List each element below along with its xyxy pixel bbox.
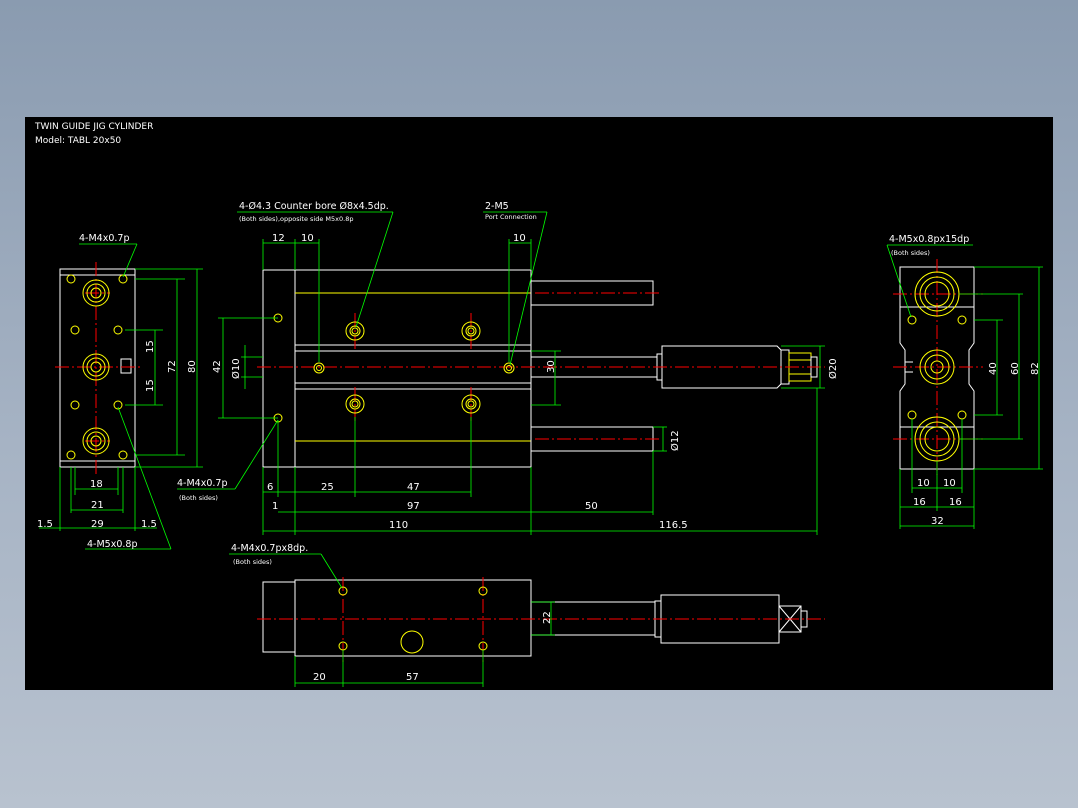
drawing-title: TWIN GUIDE JIG CYLINDER [34, 122, 153, 132]
front-view: 12 10 10 42 Ø10 30 Ø20 Ø12 6 25 47 1 97 … [177, 201, 839, 535]
callout-front-m4: 4-M4x0.7p [177, 478, 227, 489]
callout-counterbore-sub: (Both sides),opposite side M5x0.8p [239, 215, 353, 223]
dim-80: 80 [187, 360, 198, 373]
right-end-view: 40 60 82 10 10 16 16 32 4-M5x0.8px15dp (… [886, 234, 1043, 529]
dim-21: 21 [91, 500, 104, 511]
dim-30: 30 [546, 360, 557, 373]
dim-20: 20 [313, 672, 326, 683]
dim-32: 32 [931, 516, 944, 527]
dim-15-upper: 15 [145, 340, 156, 353]
model-label: Model: TABL 20x50 [35, 136, 121, 146]
left-end-view: 15 15 72 80 18 21 29 1.5 1.5 4-M4x0.7p 4… [37, 233, 203, 550]
callout-right-m5-sub: (Both sides) [891, 249, 930, 257]
dim-29: 29 [91, 519, 104, 530]
dim-82: 82 [1030, 362, 1041, 375]
callout-counterbore: 4-Ø4.3 Counter bore Ø8x4.5dp. [239, 201, 389, 212]
dim-10-right-left: 10 [917, 478, 930, 489]
callout-port: 2-M5 [485, 201, 509, 212]
dim-12: 12 [272, 233, 285, 244]
callout-bottom-m4: 4-M4x0.7px8dp. [231, 543, 308, 554]
dim-72: 72 [167, 360, 178, 373]
dim-16-right: 16 [949, 497, 962, 508]
callout-left-m5: 4-M5x0.8p [87, 539, 137, 550]
dim-110: 110 [389, 520, 408, 531]
dim-10-right-right: 10 [943, 478, 956, 489]
dim-25: 25 [321, 482, 334, 493]
dim-22: 22 [542, 611, 553, 624]
dim-18: 18 [90, 479, 103, 490]
cad-viewport[interactable]: TWIN GUIDE JIG CYLINDER Model: TABL 20x5… [25, 117, 1053, 690]
dim-phi20: Ø20 [827, 358, 839, 379]
callout-front-m4-sub: (Both sides) [179, 494, 218, 502]
callout-right-m5: 4-M5x0.8px15dp [889, 234, 969, 245]
dim-10-top-right: 10 [513, 233, 526, 244]
dim-47: 47 [407, 482, 420, 493]
dim-10-top-left: 10 [301, 233, 314, 244]
dim-phi10: Ø10 [230, 358, 242, 379]
dim-116-5: 116.5 [659, 520, 688, 531]
callout-bottom-m4-sub: (Both sides) [233, 558, 272, 566]
callout-port-sub: Port Connection [485, 213, 537, 221]
dim-6: 6 [267, 482, 273, 493]
dim-50: 50 [585, 501, 598, 512]
dim-1-5-right: 1.5 [141, 519, 157, 530]
dim-1: 1 [272, 501, 278, 512]
dim-1-5-left: 1.5 [37, 519, 53, 530]
callout-left-m4: 4-M4x0.7p [79, 233, 129, 244]
bottom-view: 22 20 57 4-M4x0.7px8dp. (Both sides) [229, 543, 825, 687]
dim-16-left: 16 [913, 497, 926, 508]
dim-97: 97 [407, 501, 420, 512]
dim-phi12: Ø12 [669, 430, 681, 451]
dim-60: 60 [1010, 362, 1021, 375]
dim-42: 42 [212, 360, 223, 373]
cad-drawing: TWIN GUIDE JIG CYLINDER Model: TABL 20x5… [34, 122, 1043, 687]
dim-57: 57 [406, 672, 419, 683]
dim-40: 40 [988, 362, 999, 375]
dim-15-lower: 15 [145, 379, 156, 392]
